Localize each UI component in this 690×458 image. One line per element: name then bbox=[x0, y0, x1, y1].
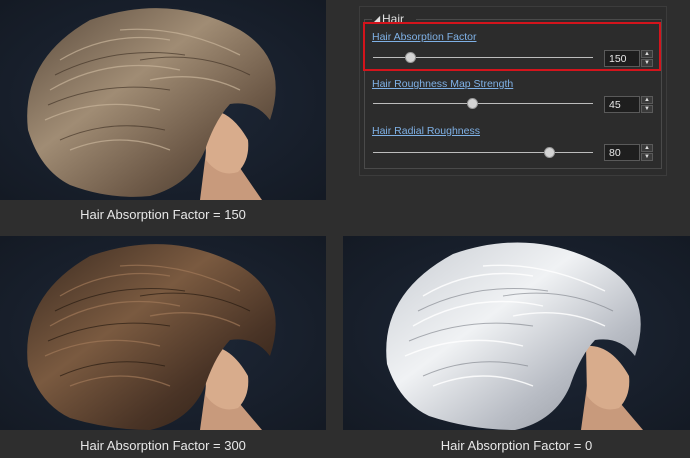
slider-roughness-map-strength[interactable] bbox=[373, 98, 593, 109]
spin-up-icon[interactable]: ▲ bbox=[641, 96, 653, 104]
value-input-roughness-map-strength[interactable]: 45 bbox=[604, 96, 640, 113]
spinner-radial-roughness[interactable]: ▲ ▼ bbox=[641, 144, 653, 161]
render-image-factor-150 bbox=[0, 0, 326, 200]
value-input-radial-roughness[interactable]: 80 bbox=[604, 144, 640, 161]
param-label-roughness-map-strength[interactable]: Hair Roughness Map Strength bbox=[372, 78, 513, 90]
caption-factor-300: Hair Absorption Factor = 300 bbox=[80, 438, 246, 453]
highlight-box bbox=[363, 22, 661, 71]
spin-down-icon[interactable]: ▼ bbox=[641, 105, 653, 113]
slider-thumb[interactable] bbox=[544, 147, 555, 158]
slider-thumb[interactable] bbox=[467, 98, 478, 109]
param-label-radial-roughness[interactable]: Hair Radial Roughness bbox=[372, 125, 480, 137]
render-image-factor-300 bbox=[0, 236, 326, 430]
caption-factor-150: Hair Absorption Factor = 150 bbox=[80, 207, 246, 222]
spinner-roughness-map-strength[interactable]: ▲ ▼ bbox=[641, 96, 653, 113]
slider-radial-roughness[interactable] bbox=[373, 147, 593, 158]
spin-up-icon[interactable]: ▲ bbox=[641, 144, 653, 152]
render-image-factor-0 bbox=[343, 236, 690, 430]
spin-down-icon[interactable]: ▼ bbox=[641, 153, 653, 161]
caption-factor-0: Hair Absorption Factor = 0 bbox=[440, 438, 593, 453]
